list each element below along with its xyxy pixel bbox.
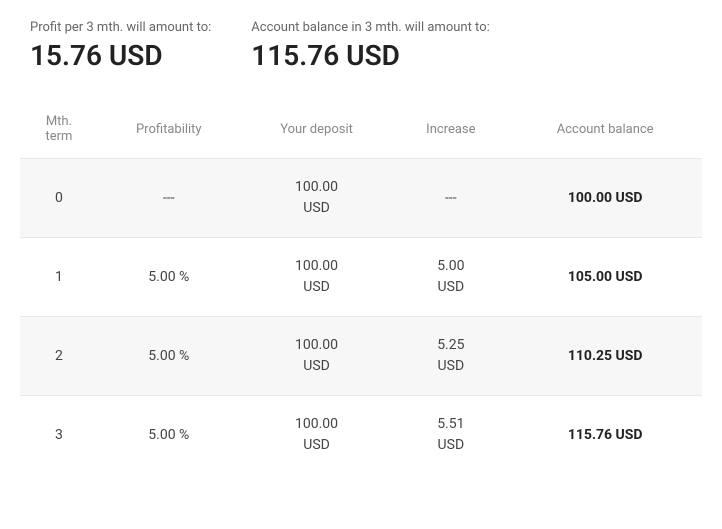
- cell-deposit: 100.00USD: [240, 238, 394, 317]
- cell-profitability: 5.00 %: [98, 396, 240, 475]
- cell-mth_term: 1: [20, 238, 98, 317]
- data-table: Mth. term Profitability Your deposit Inc…: [20, 96, 702, 474]
- cell-account_balance: 110.25 USD: [508, 317, 702, 396]
- cell-increase: 5.25USD: [393, 317, 508, 396]
- cell-deposit: 100.00USD: [240, 159, 394, 238]
- table-row: 35.00 %100.00USD5.51USD115.76 USD: [20, 396, 702, 475]
- col-header-balance: Account balance: [508, 96, 702, 159]
- profit-label: Profit per 3 mth. will amount to:: [30, 20, 211, 35]
- table-row: 0---100.00USD---100.00 USD: [20, 159, 702, 238]
- cell-mth_term: 0: [20, 159, 98, 238]
- cell-increase: 5.00USD: [393, 238, 508, 317]
- table-header-row: Mth. term Profitability Your deposit Inc…: [20, 96, 702, 159]
- cell-mth_term: 2: [20, 317, 98, 396]
- col-header-mth: Mth. term: [20, 96, 98, 159]
- profit-block: Profit per 3 mth. will amount to: 15.76 …: [30, 20, 211, 72]
- table-container: Mth. term Profitability Your deposit Inc…: [0, 96, 722, 474]
- col-header-deposit: Your deposit: [240, 96, 394, 159]
- profit-value: 15.76 USD: [30, 39, 211, 72]
- table-row: 25.00 %100.00USD5.25USD110.25 USD: [20, 317, 702, 396]
- col-header-profitability: Profitability: [98, 96, 240, 159]
- col-header-increase: Increase: [393, 96, 508, 159]
- cell-increase: 5.51USD: [393, 396, 508, 475]
- balance-block: Account balance in 3 mth. will amount to…: [251, 20, 489, 72]
- cell-profitability: 5.00 %: [98, 238, 240, 317]
- cell-profitability: 5.00 %: [98, 317, 240, 396]
- cell-deposit: 100.00USD: [240, 317, 394, 396]
- cell-account_balance: 105.00 USD: [508, 238, 702, 317]
- cell-mth_term: 3: [20, 396, 98, 475]
- cell-account_balance: 100.00 USD: [508, 159, 702, 238]
- cell-account_balance: 115.76 USD: [508, 396, 702, 475]
- table-row: 15.00 %100.00USD5.00USD105.00 USD: [20, 238, 702, 317]
- balance-label: Account balance in 3 mth. will amount to…: [251, 20, 489, 35]
- cell-increase: ---: [393, 159, 508, 238]
- balance-value: 115.76 USD: [251, 39, 489, 72]
- cell-deposit: 100.00USD: [240, 396, 394, 475]
- summary-section: Profit per 3 mth. will amount to: 15.76 …: [0, 0, 722, 96]
- cell-profitability: ---: [98, 159, 240, 238]
